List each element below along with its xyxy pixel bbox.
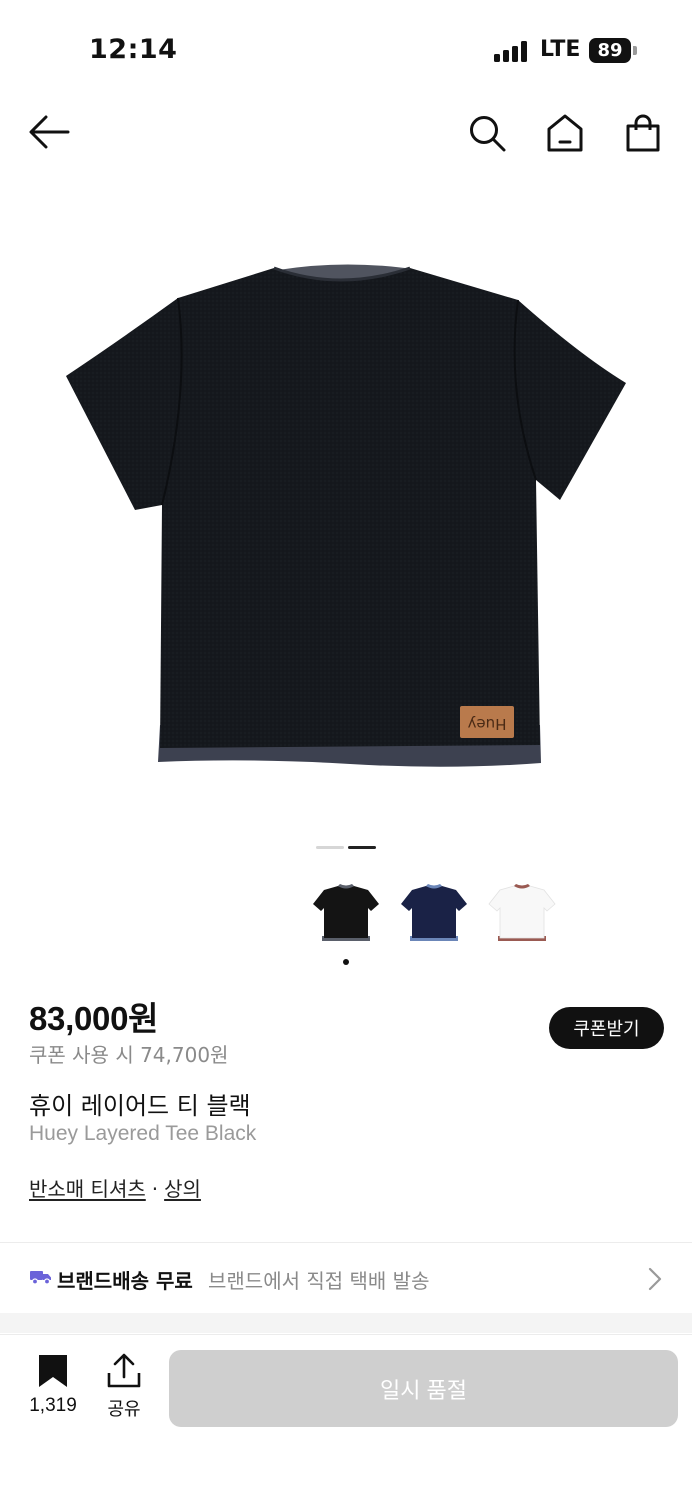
tshirt-thumbnail-image: [488, 884, 556, 941]
search-button[interactable]: [468, 114, 508, 154]
bookmark-icon: [39, 1355, 67, 1387]
status-time: 12:14: [89, 34, 178, 65]
shopping-bag-icon: [626, 114, 660, 152]
tshirt-image: Huey: [66, 264, 626, 767]
category-separator: ·: [151, 1177, 159, 1201]
product-name-english: Huey Layered Tee Black: [29, 1122, 257, 1145]
product-main-image[interactable]: Huey: [0, 180, 692, 830]
home-icon: [547, 114, 583, 152]
network-type: LTE: [540, 37, 581, 62]
share-icon: [107, 1353, 141, 1388]
pager-dot-2[interactable]: [348, 846, 376, 849]
color-thumbnail-white[interactable]: [486, 878, 558, 950]
category-link-short-sleeve-tshirts[interactable]: 반소매 티셔츠: [29, 1177, 146, 1201]
battery-level: 89: [597, 40, 623, 61]
delivery-truck-icon: [30, 1271, 51, 1285]
back-button[interactable]: [28, 114, 70, 150]
product-price: 83,000원: [29, 1000, 159, 1037]
get-coupon-button[interactable]: 쿠폰받기: [549, 1007, 664, 1049]
bookmark-count: 1,319: [29, 1395, 77, 1416]
chevron-right-icon: [648, 1267, 662, 1291]
svg-text:Huey: Huey: [467, 715, 506, 733]
sold-out-button[interactable]: 일시 품절: [169, 1350, 678, 1427]
coupon-price: 쿠폰 사용 시 74,700원: [29, 1043, 229, 1067]
battery-icon: 89: [589, 38, 631, 63]
share-button[interactable]: 공유: [102, 1353, 146, 1421]
bottom-action-bar: 1,319 공유 일시 품절: [0, 1334, 692, 1500]
status-bar: 12:14 LTE 89: [0, 0, 692, 100]
signal-icon: [494, 40, 528, 62]
share-label: 공유: [107, 1399, 141, 1420]
color-thumbnail-black[interactable]: [310, 878, 382, 950]
search-icon: [470, 116, 506, 152]
tshirt-thumbnail-image: [313, 884, 379, 941]
category-breadcrumb: 반소매 티셔츠 · 상의: [29, 1173, 201, 1202]
product-name-korean: 휴이 레이어드 티 블랙: [29, 1092, 251, 1120]
category-link-tops[interactable]: 상의: [164, 1177, 201, 1201]
selected-thumbnail-indicator: [343, 959, 349, 965]
battery-tip: [633, 46, 637, 55]
shipping-sub-text: 브랜드에서 직접 택배 발송: [208, 1269, 430, 1293]
home-button[interactable]: [546, 113, 584, 153]
section-spacer: [0, 1313, 692, 1333]
bookmark-button[interactable]: 1,319: [26, 1353, 80, 1417]
cart-button[interactable]: [624, 113, 662, 153]
color-thumbnail-navy[interactable]: [398, 878, 470, 950]
shipping-info-row[interactable]: 브랜드배송 무료 브랜드에서 직접 택배 발송: [0, 1243, 692, 1313]
tshirt-thumbnail-image: [401, 884, 467, 941]
back-arrow-icon: [29, 115, 70, 149]
pager-dot-1[interactable]: [316, 846, 344, 849]
shipping-main-text: 브랜드배송 무료: [57, 1269, 193, 1293]
